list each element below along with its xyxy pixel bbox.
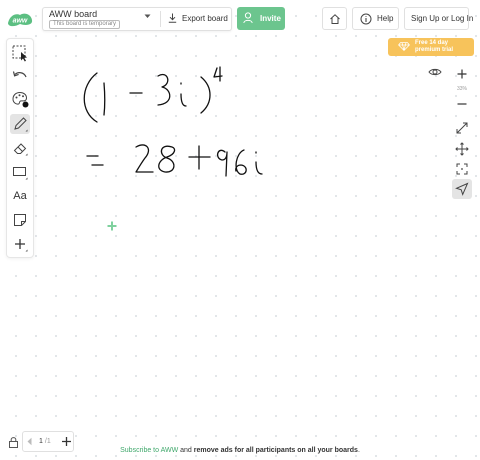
add-tool[interactable]: [10, 234, 30, 254]
move-icon: [455, 142, 469, 156]
chevron-down-icon[interactable]: [144, 14, 151, 19]
chevron-left-icon[interactable]: [26, 437, 33, 446]
cursor-plus-icon: [107, 221, 117, 231]
aww-logo[interactable]: aww: [6, 9, 34, 29]
download-icon[interactable]: [168, 13, 177, 23]
sign-up-label: Sign Up or Log In: [411, 14, 474, 23]
zoom-level: 33%: [456, 86, 467, 92]
divider: [160, 11, 161, 27]
minus-icon: [457, 103, 467, 105]
selection-icon: [12, 45, 27, 62]
undo-tool[interactable]: [10, 66, 30, 86]
eraser-tool[interactable]: [10, 138, 30, 158]
zoom-out-button[interactable]: [452, 94, 472, 114]
user-icon: [243, 12, 253, 24]
logo-text: aww: [13, 18, 28, 25]
color-tool[interactable]: [10, 89, 30, 109]
home-icon: [330, 14, 340, 24]
board-name[interactable]: AWW board: [49, 9, 97, 19]
info-icon: [360, 13, 372, 25]
premium-trial-label: Free 14 day premium trial: [415, 40, 454, 53]
navigation-arrow-icon: [455, 182, 469, 196]
palette-icon: [12, 91, 29, 108]
fullscreen-button[interactable]: [452, 118, 472, 138]
undo-icon: [12, 71, 27, 78]
pan-button[interactable]: [452, 139, 472, 159]
board-temporary-badge: This board is temporary: [49, 20, 121, 29]
help-label: Help: [377, 14, 394, 23]
plus-icon: [15, 239, 28, 252]
expand-icon: [456, 122, 468, 134]
laser-pointer-button[interactable]: [452, 179, 472, 199]
page-indicator: 1 /1: [39, 438, 51, 445]
invite-label: Invite: [260, 14, 281, 23]
home-button[interactable]: [322, 7, 347, 30]
zoom-in-button[interactable]: [452, 64, 472, 84]
fit-to-screen-button[interactable]: [452, 159, 472, 179]
sticky-note-icon: [14, 214, 26, 226]
export-board-button[interactable]: Export board: [182, 14, 228, 23]
focus-icon: [456, 163, 468, 175]
sticky-note-tool[interactable]: [10, 210, 30, 230]
view-button[interactable]: [425, 62, 445, 82]
rectangle-icon: [13, 167, 28, 180]
eye-icon: [428, 68, 442, 76]
add-page-icon[interactable]: [61, 436, 72, 447]
pen-tool[interactable]: [10, 114, 30, 134]
shape-tool[interactable]: [10, 162, 30, 182]
subscribe-banner: Subscribe to AWW and remove ads for all …: [120, 447, 360, 454]
handwriting-transcript: (1 − 3i)^4 = 28 + 96i: [0, 0, 1, 1]
plus-icon: [457, 69, 467, 79]
handwritten-equation[interactable]: [0, 0, 480, 460]
pencil-icon: [14, 117, 28, 132]
diamond-icon: [398, 42, 410, 51]
text-tool[interactable]: Aa: [10, 186, 30, 206]
subscribe-link[interactable]: Subscribe to AWW: [120, 447, 178, 454]
select-tool[interactable]: [10, 43, 30, 63]
eraser-icon: [13, 143, 28, 156]
